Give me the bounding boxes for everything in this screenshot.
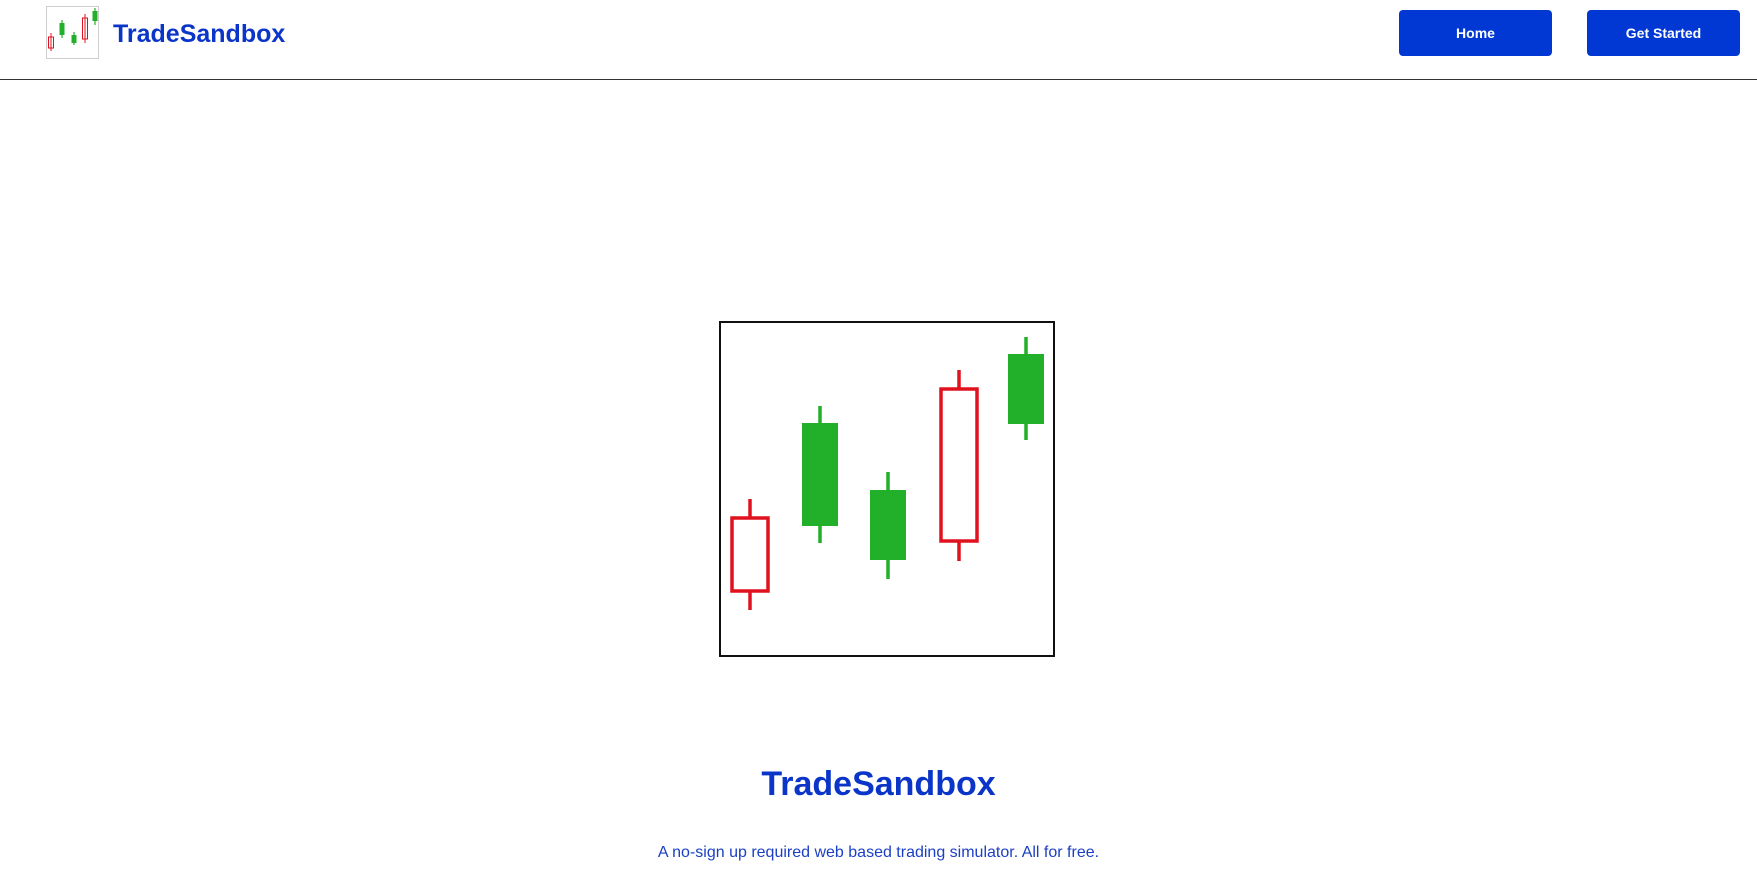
brand-name[interactable]: TradeSandbox <box>113 18 285 50</box>
hero-subtitle: A no-sign up required web based trading … <box>657 844 1100 861</box>
candlestick-logo-icon <box>48 8 98 51</box>
hero-title: TradeSandbox <box>761 765 996 803</box>
candlestick-chart-icon <box>719 321 1055 657</box>
get-started-button[interactable]: Get Started <box>1587 10 1740 56</box>
top-navbar: TradeSandbox Home Get Started <box>0 0 1757 80</box>
logo[interactable] <box>46 6 99 59</box>
hero-illustration <box>719 321 1055 657</box>
home-button[interactable]: Home <box>1399 10 1552 56</box>
candle-2 <box>802 406 838 543</box>
